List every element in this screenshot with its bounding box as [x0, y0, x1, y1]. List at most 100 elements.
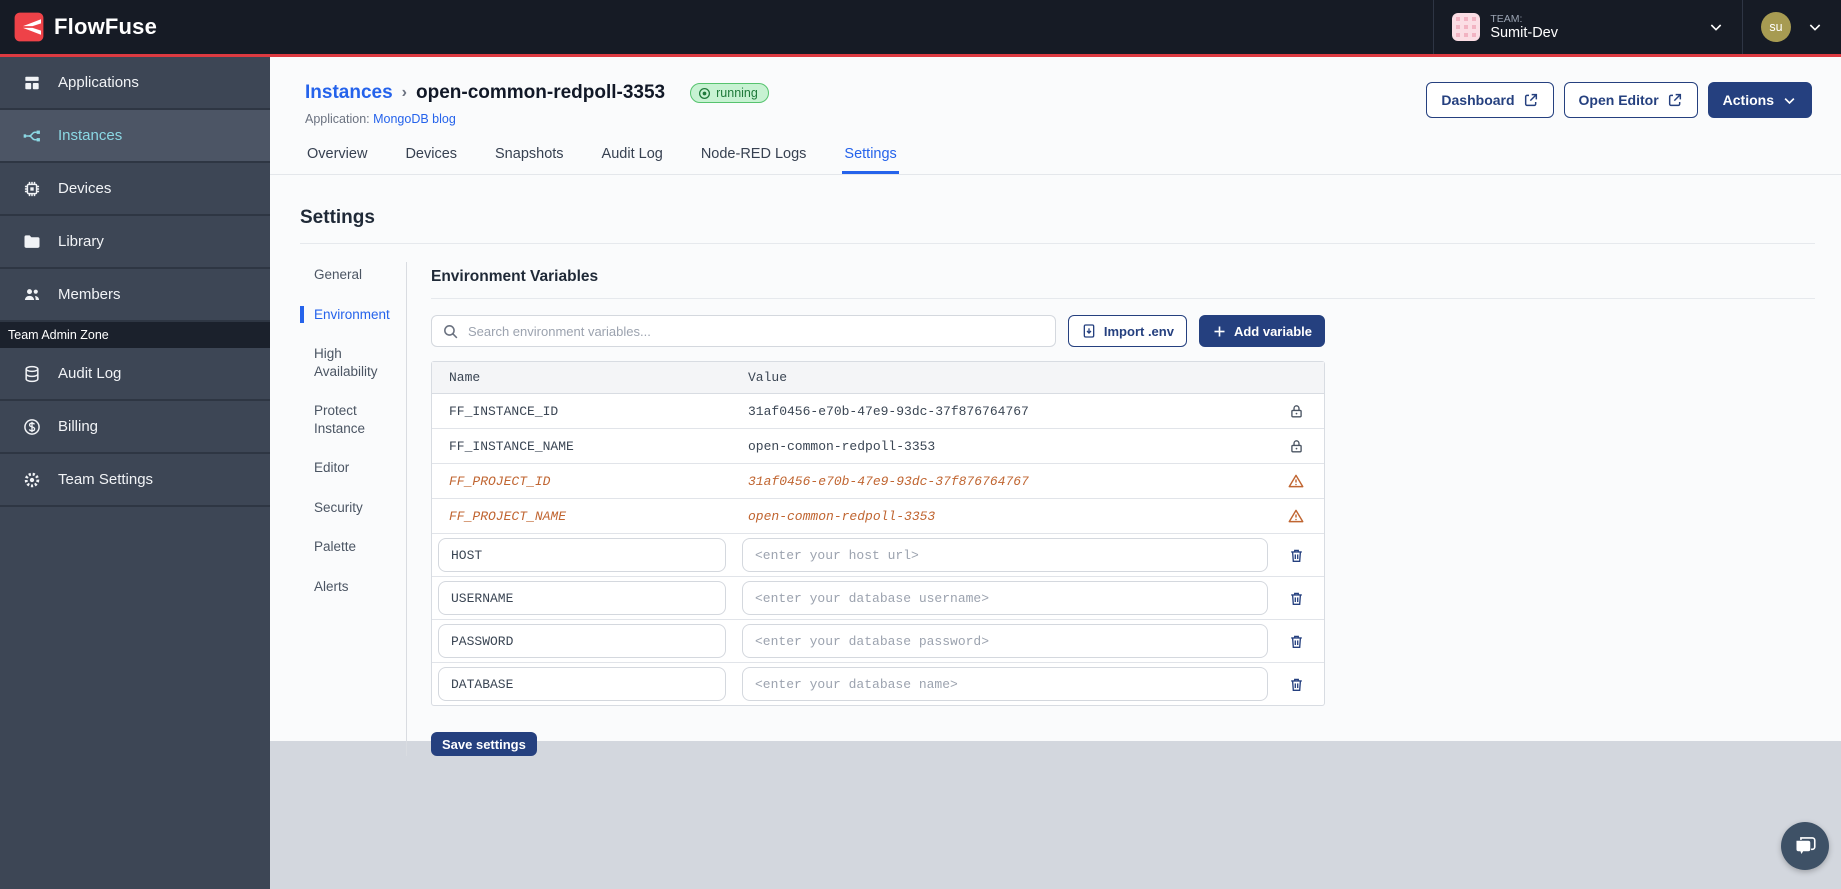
running-status-icon	[698, 87, 711, 100]
tab-node-red-logs[interactable]: Node-RED Logs	[699, 142, 809, 174]
tab-audit-log[interactable]: Audit Log	[600, 142, 665, 174]
settings-nav: General Environment High Availability Prote…	[300, 262, 406, 756]
sidebar-item-billing[interactable]: Billing	[0, 401, 270, 454]
env-value-input[interactable]	[742, 624, 1268, 658]
warning-icon	[1287, 472, 1305, 490]
sidebar-item-library[interactable]: Library	[0, 216, 270, 269]
navbar-right: TEAM: Sumit-Dev su	[1433, 0, 1841, 54]
search-input[interactable]	[468, 323, 1045, 339]
members-icon	[22, 285, 42, 305]
sidebar-item-label: Devices	[58, 180, 112, 197]
settings-nav-security[interactable]: Security	[300, 499, 406, 517]
table-row-ff_project_name: FF_PROJECT_NAME open-common-redpoll-3353	[432, 499, 1324, 534]
chat-bubbles-icon	[1792, 833, 1818, 859]
dashboard-button[interactable]: Dashboard	[1426, 82, 1554, 118]
table-row-database	[432, 663, 1324, 705]
library-icon	[22, 232, 42, 252]
sidebar-item-label: Team Settings	[58, 471, 154, 488]
trash-icon	[1288, 676, 1305, 693]
actions-button[interactable]: Actions	[1707, 82, 1812, 118]
env-value-input[interactable]	[742, 581, 1268, 615]
sidebar-item-team-settings[interactable]: Team Settings	[0, 454, 270, 507]
sidebar-item-applications[interactable]: Applications	[0, 57, 270, 110]
env-name: FF_PROJECT_NAME	[449, 508, 567, 524]
delete-variable-button[interactable]	[1286, 674, 1307, 695]
env-value-input[interactable]	[742, 538, 1268, 572]
env-name-input[interactable]	[438, 667, 726, 701]
external-link-icon	[1667, 92, 1683, 108]
sidebar-item-members[interactable]: Members	[0, 269, 270, 322]
applications-icon	[22, 73, 42, 93]
sidebar-item-devices[interactable]: Devices	[0, 163, 270, 216]
brand[interactable]: FlowFuse	[0, 12, 157, 42]
settings-nav-palette[interactable]: Palette	[300, 538, 406, 556]
team-label: TEAM:	[1490, 12, 1523, 25]
settings-nav-editor[interactable]: Editor	[300, 459, 406, 477]
sidebar-item-label: Library	[58, 233, 104, 250]
brand-name: FlowFuse	[54, 14, 158, 39]
lock-icon	[1288, 403, 1305, 420]
chevron-down-icon	[1708, 19, 1724, 35]
user-avatar: su	[1761, 12, 1791, 42]
settings-nav-high-availability[interactable]: High Availability	[300, 345, 406, 380]
tab-settings[interactable]: Settings	[842, 142, 899, 174]
instance-name: open-common-redpoll-3353	[415, 82, 666, 103]
import-file-icon	[1081, 323, 1097, 339]
settings-section: Settings General Environment High Availabi…	[270, 175, 1841, 756]
tab-snapshots[interactable]: Snapshots	[493, 142, 566, 174]
chat-widget-button[interactable]	[1781, 822, 1829, 870]
table-row-username	[432, 577, 1324, 620]
settings-divider	[300, 243, 1815, 244]
column-header-name: Name	[449, 370, 481, 385]
top-navbar: FlowFuse TEAM: Sumit-Dev su	[0, 0, 1841, 54]
settings-nav-environment[interactable]: Environment	[300, 305, 406, 324]
env-name-input[interactable]	[438, 624, 726, 658]
sidebar-item-label: Members	[58, 286, 121, 303]
delete-variable-button[interactable]	[1286, 631, 1307, 652]
settings-nav-general[interactable]: General	[300, 266, 406, 284]
external-link-icon	[1523, 92, 1539, 108]
add-variable-button[interactable]: Add variable	[1198, 315, 1325, 347]
header-actions: Dashboard Open Editor Actions	[1426, 82, 1812, 118]
open-editor-button[interactable]: Open Editor	[1563, 82, 1698, 118]
breadcrumb-separator: ›	[401, 84, 407, 101]
trash-icon	[1288, 547, 1305, 564]
env-name-input[interactable]	[438, 581, 726, 615]
env-name: FF_INSTANCE_NAME	[449, 438, 574, 454]
settings-nav-protect-instance[interactable]: Protect Instance	[300, 402, 406, 437]
table-row-ff_instance_id: FF_INSTANCE_ID 31af0456-e70b-47e9-93dc-37…	[432, 394, 1324, 429]
sidebar-item-label: Billing	[58, 418, 99, 435]
sidebar: Applications Instances Devices Library Membe…	[0, 57, 270, 889]
trash-icon	[1288, 633, 1305, 650]
settings-nav-alerts[interactable]: Alerts	[300, 578, 406, 596]
env-value: 31af0456-e70b-47e9-93dc-37f876764767	[748, 403, 1029, 419]
save-settings-button[interactable]: Save settings	[431, 732, 537, 756]
table-row-host	[432, 534, 1324, 577]
sidebar-item-instances[interactable]: Instances	[0, 110, 270, 163]
search-icon	[442, 323, 459, 340]
lock-icon	[1288, 438, 1305, 455]
tab-devices[interactable]: Devices	[403, 142, 459, 174]
plus-icon	[1212, 324, 1227, 339]
page-header: Instances › open-common-redpoll-3353 run…	[270, 57, 1841, 126]
breadcrumb-instances-link[interactable]: Instances	[305, 82, 393, 104]
delete-variable-button[interactable]	[1286, 588, 1307, 609]
user-menu[interactable]: su	[1742, 0, 1841, 54]
env-variables-title: Environment Variables	[431, 262, 1815, 299]
flowfuse-logo-icon	[14, 12, 44, 42]
team-switcher[interactable]: TEAM: Sumit-Dev	[1433, 0, 1742, 54]
env-name: FF_INSTANCE_ID	[449, 403, 559, 419]
delete-variable-button[interactable]	[1286, 545, 1307, 566]
env-value: open-common-redpoll-3353	[748, 438, 936, 454]
sidebar-item-audit-log[interactable]: Audit Log	[0, 348, 270, 401]
env-name-input[interactable]	[438, 538, 726, 572]
status-badge: running	[690, 83, 769, 103]
env-value-input[interactable]	[742, 667, 1268, 701]
sidebar-item-label: Instances	[58, 127, 123, 144]
application-link[interactable]: MongoDB blog	[373, 112, 456, 126]
settings-title: Settings	[300, 207, 375, 228]
tab-overview[interactable]: Overview	[305, 142, 369, 174]
breadcrumb: Instances › open-common-redpoll-3353 run…	[305, 82, 769, 126]
import-env-button[interactable]: Import .env	[1067, 315, 1187, 347]
instance-tabs: Overview Devices Snapshots Audit Log Node-RE…	[270, 142, 1841, 175]
